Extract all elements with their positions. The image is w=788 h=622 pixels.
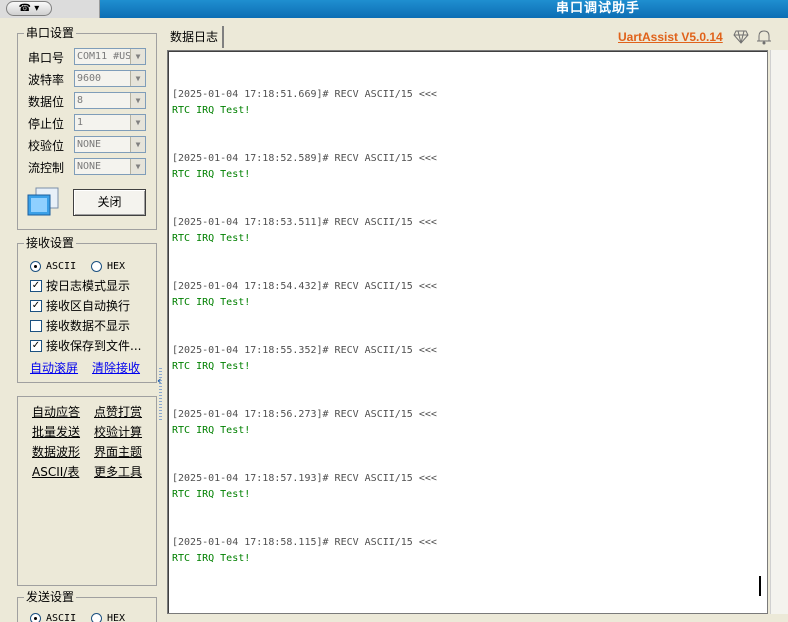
- log-entry: [2025-01-04 17:18:54.432]# RECV ASCII/15…: [172, 279, 437, 311]
- log-header: [2025-01-04 17:18:52.589]# RECV ASCII/15…: [172, 153, 437, 164]
- baud-label: 波特率: [28, 73, 65, 87]
- serial-settings-group: 串口设置 串口号 COM11 #US ▼ 波特率 9600 ▼ 数据位 8 ▼ 停止位…: [17, 26, 157, 230]
- port-select[interactable]: COM11 #US ▼: [74, 48, 146, 65]
- send-ascii-label: ASCII: [46, 613, 77, 622]
- flow-label: 流控制: [28, 161, 65, 175]
- tab-data-log[interactable]: 数据日志: [166, 26, 225, 48]
- opt-log-mode-label: 按日志模式显示: [46, 279, 131, 293]
- right-scrollbar[interactable]: [770, 50, 788, 614]
- theme-tool[interactable]: 界面主题: [94, 445, 142, 459]
- parity-label: 校验位: [28, 139, 65, 153]
- checkbox-checked[interactable]: ✓: [30, 300, 42, 312]
- stopbits-value: 1: [77, 117, 84, 128]
- parity-select[interactable]: NONE ▼: [74, 136, 146, 153]
- log-message: RTC IRQ Test!: [172, 489, 251, 500]
- chevron-down-icon: ▼: [130, 137, 145, 152]
- checkbox-unchecked[interactable]: [30, 320, 42, 332]
- checkbox-checked[interactable]: ✓: [30, 280, 42, 292]
- bell-icon[interactable]: [756, 29, 772, 45]
- checkbox-checked[interactable]: ✓: [30, 340, 42, 352]
- autoscroll-link[interactable]: 自动滚屏: [30, 361, 78, 375]
- system-menu-button[interactable]: ☎ ▾: [6, 1, 52, 16]
- waveform-tool[interactable]: 数据波形: [32, 445, 80, 459]
- chevron-down-icon: ▼: [130, 115, 145, 130]
- batch-send-tool[interactable]: 批量发送: [32, 425, 80, 439]
- parity-value: NONE: [77, 139, 102, 150]
- log-entry: [2025-01-04 17:18:57.193]# RECV ASCII/15…: [172, 471, 437, 503]
- brand-link[interactable]: UartAssist V5.0.14: [618, 30, 723, 44]
- receive-settings-title: 接收设置: [24, 236, 77, 250]
- flow-value: NONE: [77, 161, 102, 172]
- baud-select[interactable]: 9600 ▼: [74, 70, 146, 87]
- databits-select[interactable]: 8 ▼: [74, 92, 146, 109]
- log-header: [2025-01-04 17:18:55.352]# RECV ASCII/15…: [172, 345, 437, 356]
- chevron-left-icon[interactable]: ‹: [157, 374, 162, 387]
- log-entry: [2025-01-04 17:18:52.589]# RECV ASCII/15…: [172, 151, 437, 183]
- receive-ascii-label: ASCII: [46, 261, 77, 272]
- chevron-down-icon: ▼: [130, 71, 145, 86]
- opt-autowrap-label: 接收区自动换行: [46, 299, 131, 313]
- flow-select[interactable]: NONE ▼: [74, 158, 146, 175]
- more-tools[interactable]: 更多工具: [94, 465, 142, 479]
- baud-value: 9600: [77, 73, 102, 84]
- log-header: [2025-01-04 17:18:53.511]# RECV ASCII/15…: [172, 217, 437, 228]
- stopbits-select[interactable]: 1 ▼: [74, 114, 146, 131]
- log-entry: [2025-01-04 17:18:51.669]# RECV ASCII/15…: [172, 87, 437, 119]
- log-message: RTC IRQ Test!: [172, 233, 251, 244]
- port-label: 串口号: [28, 51, 65, 65]
- port-value: COM11 #US: [77, 51, 132, 62]
- send-hex-label: HEX: [107, 613, 126, 622]
- diamond-icon[interactable]: [733, 30, 749, 44]
- receive-ascii-radio[interactable]: [30, 261, 41, 272]
- log-header: [2025-01-04 17:18:51.669]# RECV ASCII/15…: [172, 89, 437, 100]
- log-message: RTC IRQ Test!: [172, 361, 251, 372]
- port-status-icon: [27, 187, 59, 216]
- receive-hex-label: HEX: [107, 261, 126, 272]
- log-entry: [2025-01-04 17:18:53.511]# RECV ASCII/15…: [172, 215, 437, 247]
- databits-label: 数据位: [28, 95, 65, 109]
- log-message: RTC IRQ Test!: [172, 425, 251, 436]
- window-title: 串口调试助手: [556, 1, 641, 16]
- checksum-tool[interactable]: 校验计算: [94, 425, 142, 439]
- main-tabbar: 数据日志 UartAssist V5.0.14: [166, 26, 788, 48]
- title-bar: ☎ ▾ 串口调试助手: [0, 0, 788, 18]
- send-ascii-radio[interactable]: [30, 613, 41, 622]
- receive-log[interactable]: [2025-01-04 17:18:51.669]# RECV ASCII/15…: [167, 50, 768, 614]
- system-menu-area: ☎ ▾: [0, 0, 100, 18]
- serial-settings-title: 串口设置: [24, 26, 77, 40]
- auto-reply-tool[interactable]: 自动应答: [32, 405, 80, 419]
- panel-splitter[interactable]: ‹: [157, 368, 164, 420]
- log-header: [2025-01-04 17:18:54.432]# RECV ASCII/15…: [172, 281, 437, 292]
- log-message: RTC IRQ Test!: [172, 105, 251, 116]
- log-message: RTC IRQ Test!: [172, 297, 251, 308]
- opt-save-file-label: 接收保存到文件...: [46, 339, 142, 353]
- log-header: [2025-01-04 17:18:56.273]# RECV ASCII/15…: [172, 409, 437, 420]
- receive-hex-radio[interactable]: [91, 261, 102, 272]
- log-message: RTC IRQ Test!: [172, 169, 251, 180]
- send-hex-radio[interactable]: [91, 613, 102, 622]
- chevron-down-icon: ▼: [130, 93, 145, 108]
- stopbits-label: 停止位: [28, 117, 65, 131]
- opt-hide-data-label: 接收数据不显示: [46, 319, 131, 333]
- log-entry: [2025-01-04 17:18:56.273]# RECV ASCII/15…: [172, 407, 437, 439]
- chevron-down-icon: ▼: [130, 159, 145, 174]
- chevron-down-icon: ▼: [130, 49, 145, 64]
- clear-receive-link[interactable]: 清除接收: [92, 361, 140, 375]
- log-entry: [2025-01-04 17:18:58.115]# RECV ASCII/15…: [172, 535, 437, 567]
- log-message: RTC IRQ Test!: [172, 553, 251, 564]
- databits-value: 8: [77, 95, 84, 106]
- text-caret: [759, 576, 761, 596]
- tip-tool[interactable]: 点赞打赏: [94, 405, 142, 419]
- log-entry: [2025-01-04 17:18:55.352]# RECV ASCII/15…: [172, 343, 437, 375]
- log-header: [2025-01-04 17:18:57.193]# RECV ASCII/15…: [172, 473, 437, 484]
- send-settings-title: 发送设置: [24, 590, 77, 604]
- close-port-button[interactable]: 关闭: [73, 189, 146, 216]
- log-header: [2025-01-04 17:18:58.115]# RECV ASCII/15…: [172, 537, 437, 548]
- ascii-table-tool[interactable]: ASCII/表: [32, 465, 79, 479]
- send-settings-group: 发送设置 ASCII HEX: [17, 590, 157, 622]
